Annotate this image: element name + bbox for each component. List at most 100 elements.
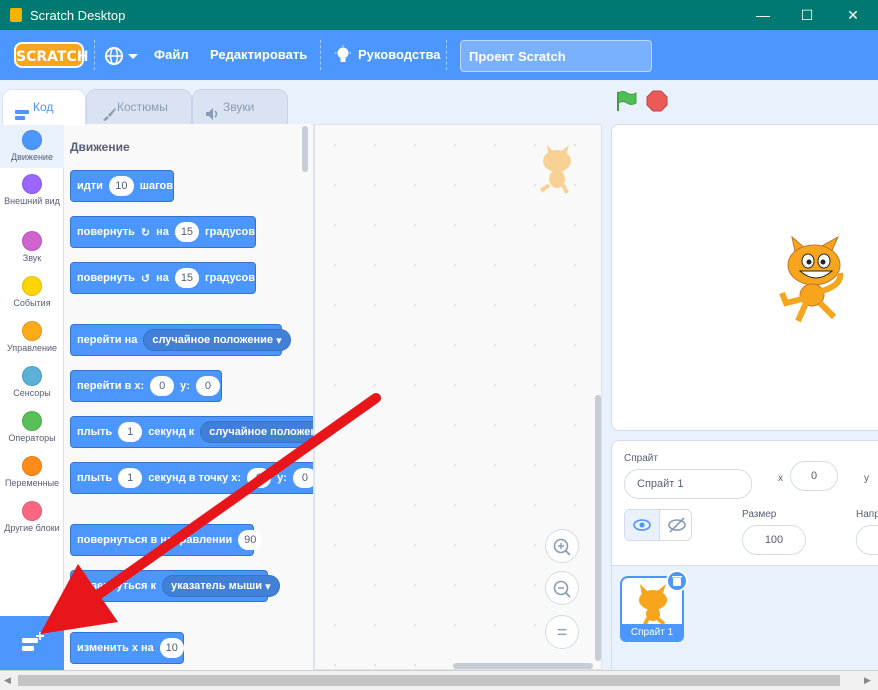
tab-sounds[interactable]: Звуки [192, 89, 288, 125]
category-my-blocks[interactable]: Другие блоки [0, 501, 64, 551]
minimize-button[interactable]: — [740, 0, 786, 30]
file-menu[interactable]: Файл [154, 30, 189, 80]
category-dot [22, 130, 42, 150]
block-point-direction[interactable]: повернуться в направлении 90 [70, 524, 263, 556]
block-text: повернуть [77, 272, 135, 284]
block-turn-right[interactable]: повернуть ↻ на 15 градусов [70, 216, 256, 248]
block-input[interactable]: 90 [238, 530, 263, 550]
language-menu[interactable] [104, 45, 140, 67]
script-hscrollbar[interactable] [453, 663, 593, 669]
zoom-out-icon [553, 580, 571, 598]
trash-icon [672, 576, 682, 586]
add-extension-button[interactable] [0, 616, 64, 670]
block-input[interactable]: 10 [108, 176, 134, 196]
block-input[interactable]: 1 [118, 468, 143, 488]
menu-separator [320, 40, 321, 70]
category-label: Внешний вид [4, 196, 60, 206]
stage[interactable] [611, 124, 878, 431]
block-text: повернуться к [77, 580, 156, 592]
globe-icon [105, 47, 138, 65]
tab-code-label: Код [33, 100, 54, 114]
block-text: на [156, 272, 169, 284]
delete-sprite-button[interactable] [666, 570, 688, 592]
category-events[interactable]: События [0, 276, 64, 316]
dropdown-value: случайное положение [152, 334, 274, 346]
hide-button[interactable] [659, 510, 693, 540]
x-label: x [778, 473, 783, 484]
sprite-label: Спрайт [624, 453, 658, 464]
block-text: плыть [77, 472, 113, 484]
code-icon [15, 100, 29, 120]
block-input[interactable]: 1 [118, 422, 143, 442]
tab-costumes[interactable]: Костюмы [86, 89, 192, 125]
block-input[interactable]: 0 [150, 376, 175, 396]
app-icon [10, 8, 22, 22]
scroll-thumb[interactable] [18, 675, 840, 686]
category-dot [22, 366, 42, 386]
close-button[interactable]: ✕ [830, 0, 876, 30]
block-glide-xy[interactable]: плыть 1 секунд в точку x: 0 y: 0 [70, 462, 313, 494]
block-point-towards[interactable]: повернуться к указатель мыши ▾ [70, 570, 280, 602]
category-variables[interactable]: Переменные [0, 456, 64, 496]
direction-input[interactable] [856, 525, 878, 555]
block-goto-xy[interactable]: перейти в x: 0 y: 0 [70, 370, 222, 402]
category-label: Звук [22, 253, 42, 263]
block-dropdown[interactable]: указатель мыши ▾ [161, 575, 280, 597]
tutorials-menu[interactable]: Руководства [358, 30, 441, 80]
size-input[interactable]: 100 [742, 525, 806, 555]
block-move-steps[interactable]: идти 10 шагов [70, 170, 174, 202]
block-input[interactable]: 10 [159, 638, 184, 658]
show-button[interactable] [625, 510, 659, 540]
scratch-logo[interactable]: SCRATCH [14, 42, 88, 68]
category-dot [22, 321, 42, 341]
block-dropdown[interactable]: случайное положение ▾ [143, 329, 291, 351]
sprite-name-input[interactable]: Спрайт 1 [624, 469, 752, 499]
menu-bar: SCRATCH Файл Редактировать Руководства П… [0, 30, 878, 80]
stop-button[interactable] [646, 90, 668, 117]
zoom-in-button[interactable] [545, 529, 579, 563]
block-goto[interactable]: перейти на случайное положение ▾ [70, 324, 291, 356]
block-text: y: [277, 472, 287, 484]
block-text: градусов [205, 272, 255, 284]
green-flag-button[interactable] [614, 90, 638, 117]
category-looks[interactable]: Внешний вид [0, 174, 64, 224]
block-change-x[interactable]: изменить x на 10 [70, 632, 184, 664]
block-text: градусов [205, 226, 255, 238]
category-label: Сенсоры [13, 388, 51, 398]
cat-sprite[interactable] [772, 233, 862, 330]
project-title-input[interactable]: Проект Scratch [460, 40, 652, 72]
category-control[interactable]: Управление [0, 321, 64, 361]
scroll-right-icon[interactable]: ▶ [864, 675, 871, 686]
zoom-out-button[interactable] [545, 571, 579, 605]
tab-sounds-label: Звуки [223, 100, 255, 114]
block-text: секунд в точку x: [148, 472, 242, 484]
block-input[interactable]: 15 [174, 268, 200, 288]
block-dropdown[interactable]: случайное положение [200, 421, 313, 443]
lightbulb-icon [334, 45, 352, 70]
category-sensing[interactable]: Сенсоры [0, 366, 64, 406]
edit-menu[interactable]: Редактировать [210, 30, 307, 80]
block-text: шагов [139, 180, 173, 192]
zoom-reset-button[interactable]: = [545, 615, 579, 649]
cat-sprite-icon [779, 235, 844, 323]
scroll-left-icon[interactable]: ◀ [4, 675, 11, 686]
category-label: Другие блоки [4, 523, 60, 533]
script-vscrollbar[interactable] [595, 395, 601, 661]
block-text: на [156, 226, 169, 238]
script-area[interactable]: = [314, 124, 602, 670]
block-input[interactable]: 0 [292, 468, 313, 488]
block-turn-left[interactable]: повернуть ↺ на 15 градусов [70, 262, 256, 294]
category-sound[interactable]: Звук [0, 231, 64, 271]
tab-code[interactable]: Код [2, 89, 86, 125]
category-operators[interactable]: Операторы [0, 411, 64, 451]
x-input[interactable]: 0 [790, 461, 838, 491]
maximize-button[interactable]: ☐ [784, 0, 830, 30]
category-motion[interactable]: Движение [0, 124, 64, 168]
palette-scrollbar[interactable] [302, 126, 308, 172]
block-input[interactable]: 0 [247, 468, 272, 488]
window-hscrollbar[interactable]: ◀ ▶ [0, 670, 878, 690]
block-input[interactable]: 15 [174, 222, 200, 242]
block-input[interactable]: 0 [195, 376, 220, 396]
zoom-in-icon [553, 538, 571, 556]
block-glide-to[interactable]: плыть 1 секунд к случайное положение [70, 416, 313, 448]
